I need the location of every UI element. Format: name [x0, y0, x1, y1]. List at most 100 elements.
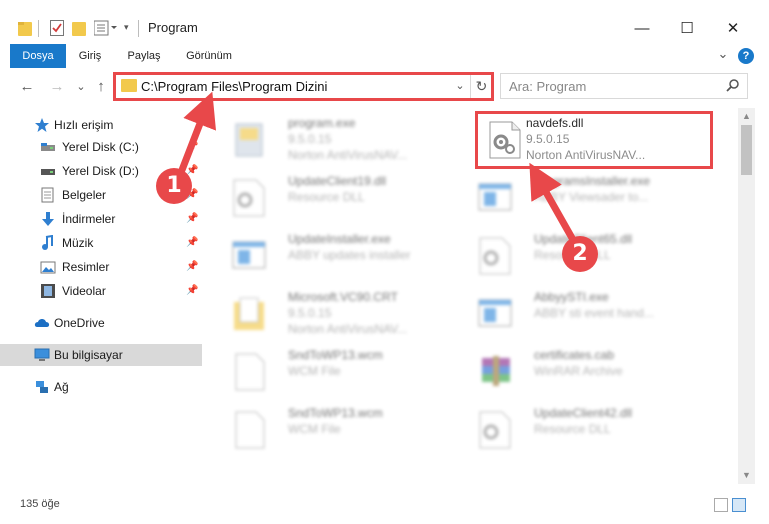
- ribbon-expand-icon[interactable]: ⌄: [716, 46, 730, 62]
- ribbon-tabs: Dosya Giriş Paylaş Görünüm: [0, 44, 769, 68]
- tab-paylas[interactable]: Paylaş: [118, 44, 170, 68]
- details-view-icon[interactable]: [714, 498, 728, 512]
- file-item-updateclient42-dll[interactable]: UpdateClient42.dll Resource DLL: [470, 402, 700, 456]
- title-divider: [38, 20, 39, 37]
- file-name: UpdateClient19.dll: [288, 174, 387, 188]
- up-button[interactable]: ↑: [92, 78, 110, 96]
- documents-icon: [40, 187, 56, 203]
- help-icon[interactable]: ?: [738, 48, 754, 64]
- recent-locations-button[interactable]: ⌄: [72, 78, 90, 96]
- file-item-certificates-cab[interactable]: certificates.cab WinRAR Archive: [470, 344, 700, 398]
- search-box[interactable]: Ara: Program: [500, 73, 748, 99]
- sidebar-item-label: Yerel Disk (D:): [62, 164, 139, 178]
- videos-icon: [40, 283, 56, 299]
- back-button[interactable]: ←: [18, 78, 36, 96]
- qa-dropdown-icon[interactable]: ▾: [124, 22, 132, 34]
- file-highlight-box: [475, 111, 713, 169]
- file-item-updateclient19-dll[interactable]: UpdateClient19.dll Resource DLL: [224, 170, 454, 224]
- sidebar-item-label: Yerel Disk (C:): [62, 140, 139, 154]
- file-item-sndtowp13-wcm-2[interactable]: SndToWP13.wcm WCM File: [224, 402, 454, 456]
- callout-1: 1: [156, 168, 192, 204]
- pin-icon[interactable]: 📌: [186, 213, 198, 225]
- file-item-program-exe[interactable]: program.exe 9.5.0.15 Norton AntiVirusNAV…: [224, 112, 454, 166]
- title-bar: ▾ Program — ☐ ✕: [0, 0, 769, 44]
- vertical-scrollbar[interactable]: ▲ ▼: [738, 108, 755, 484]
- sidebar-item-network[interactable]: Ağ: [0, 376, 202, 398]
- tab-dosya[interactable]: Dosya: [10, 44, 66, 68]
- drive-icon: [40, 139, 56, 155]
- app-window-icon: [476, 178, 514, 218]
- sidebar-item-label: OneDrive: [54, 316, 105, 330]
- file-item-abbyysti-exe[interactable]: AbbyySTI.exe ABBY sti event hand...: [470, 286, 700, 340]
- file-description: Resource DLL: [288, 190, 365, 204]
- sidebar-item-local-disk-c[interactable]: Yerel Disk (C:) 📌: [0, 136, 202, 158]
- pictures-icon: [40, 259, 56, 275]
- file-name: certificates.cab: [534, 348, 615, 362]
- file-name: Microsoft.VC90.CRT: [288, 290, 398, 304]
- scroll-thumb[interactable]: [741, 125, 752, 175]
- properties-check-icon[interactable]: [50, 20, 64, 36]
- status-bar: 135 öğe: [0, 490, 769, 524]
- sidebar-item-label: Belgeler: [62, 188, 107, 202]
- file-name: ProgramsInstaller.exe: [534, 174, 651, 188]
- file-version: 9.5.0.15: [288, 306, 332, 320]
- drive-icon: [40, 163, 56, 179]
- sidebar-item-music[interactable]: Müzik 📌: [0, 232, 202, 254]
- file-description: Resource DLL: [534, 422, 611, 436]
- star-icon: [34, 117, 50, 133]
- maximize-button[interactable]: ☐: [664, 14, 710, 44]
- file-name: UpdateClient42.dll: [534, 406, 633, 420]
- tab-gorunum[interactable]: Görünüm: [176, 44, 242, 68]
- sidebar-item-label: Bu bilgisayar: [54, 348, 123, 362]
- dll-gear-icon: [476, 410, 514, 450]
- pin-icon[interactable]: 📌: [186, 285, 198, 297]
- tab-giris[interactable]: Giriş: [68, 44, 112, 68]
- search-icon[interactable]: [725, 78, 741, 94]
- pin-icon[interactable]: 📌: [186, 141, 198, 153]
- sidebar-item-label: Müzik: [62, 236, 94, 250]
- file-item-microsoft-vc90-crt[interactable]: Microsoft.VC90.CRT 9.5.0.15 Norton AntiV…: [224, 286, 454, 340]
- blank-file-icon: [230, 410, 268, 450]
- file-name: UpdateInstaller.exe: [288, 232, 391, 246]
- scroll-down-icon[interactable]: ▼: [738, 467, 755, 484]
- sidebar-item-quick-access[interactable]: Hızlı erişim: [0, 114, 202, 136]
- file-description: WCM File: [288, 422, 341, 436]
- download-icon: [40, 211, 56, 227]
- file-description: WCM File: [288, 364, 341, 378]
- scroll-up-icon[interactable]: ▲: [738, 108, 755, 125]
- folder-icon: [18, 20, 32, 36]
- file-description: ABBY updates installer: [288, 248, 411, 262]
- pin-icon[interactable]: 📌: [186, 237, 198, 249]
- sidebar-item-label: İndirmeler: [62, 212, 116, 226]
- sidebar-item-pictures[interactable]: Resimler 📌: [0, 256, 202, 278]
- file-item-programsinstaller-exe[interactable]: ProgramsInstaller.exe ABBY Viewsader to.…: [470, 170, 700, 224]
- music-icon: [40, 234, 56, 251]
- winrar-icon: [476, 352, 514, 392]
- file-name: SndToWP13.wcm: [288, 348, 383, 362]
- pin-icon[interactable]: 📌: [186, 261, 198, 273]
- sidebar-item-downloads[interactable]: İndirmeler 📌: [0, 208, 202, 230]
- forward-button[interactable]: →: [48, 78, 66, 96]
- new-folder-icon[interactable]: [72, 20, 86, 36]
- minimize-button[interactable]: —: [619, 14, 665, 44]
- sidebar-item-onedrive[interactable]: OneDrive: [0, 312, 202, 334]
- sidebar-item-label: Resimler: [62, 260, 110, 274]
- file-description: WinRAR Archive: [534, 364, 623, 378]
- folder-doc-icon: [230, 294, 268, 334]
- network-icon: [34, 379, 50, 395]
- file-name: AbbyySTI.exe: [534, 290, 609, 304]
- title-divider: [138, 20, 139, 37]
- sidebar-item-videos[interactable]: Videolar 📌: [0, 280, 202, 302]
- item-count: 135 öğe: [20, 498, 60, 510]
- address-highlight-box: [113, 72, 494, 101]
- search-input[interactable]: Ara: Program: [509, 79, 586, 94]
- window-title: Program: [148, 20, 198, 35]
- large-icons-view-icon[interactable]: [732, 498, 746, 512]
- dll-gear-icon: [230, 178, 268, 218]
- file-item-sndtowp13-wcm[interactable]: SndToWP13.wcm WCM File: [224, 344, 454, 398]
- close-button[interactable]: ✕: [710, 14, 756, 44]
- file-item-updateinstaller-exe[interactable]: UpdateInstaller.exe ABBY updates install…: [224, 228, 454, 282]
- customize-toolbar-icon[interactable]: [93, 20, 120, 36]
- exe-icon: [230, 120, 268, 160]
- sidebar-item-this-pc[interactable]: Bu bilgisayar: [0, 344, 202, 366]
